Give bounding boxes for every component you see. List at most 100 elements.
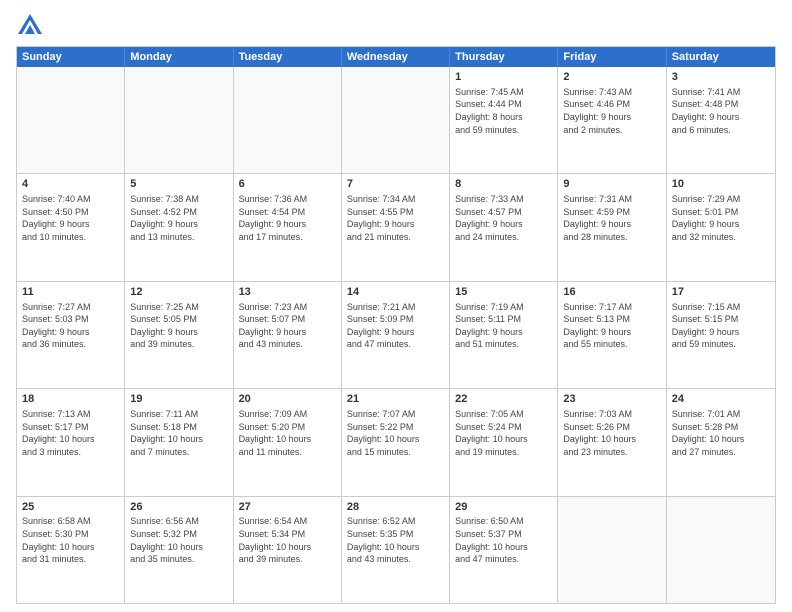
cell-info: Sunrise: 7:21 AM Sunset: 5:09 PM Dayligh… bbox=[347, 301, 444, 351]
header-day-monday: Monday bbox=[125, 47, 233, 67]
calendar-cell bbox=[17, 67, 125, 173]
page: SundayMondayTuesdayWednesdayThursdayFrid… bbox=[0, 0, 792, 612]
cell-info: Sunrise: 7:25 AM Sunset: 5:05 PM Dayligh… bbox=[130, 301, 227, 351]
cell-info: Sunrise: 6:56 AM Sunset: 5:32 PM Dayligh… bbox=[130, 515, 227, 565]
day-number: 26 bbox=[130, 500, 227, 515]
day-number: 1 bbox=[455, 70, 552, 85]
calendar-cell: 13Sunrise: 7:23 AM Sunset: 5:07 PM Dayli… bbox=[234, 282, 342, 388]
calendar-cell: 6Sunrise: 7:36 AM Sunset: 4:54 PM Daylig… bbox=[234, 174, 342, 280]
cell-info: Sunrise: 7:33 AM Sunset: 4:57 PM Dayligh… bbox=[455, 193, 552, 243]
day-number: 17 bbox=[672, 285, 770, 300]
day-number: 2 bbox=[563, 70, 660, 85]
day-number: 15 bbox=[455, 285, 552, 300]
calendar-row-5: 25Sunrise: 6:58 AM Sunset: 5:30 PM Dayli… bbox=[17, 497, 775, 603]
calendar-cell bbox=[558, 497, 666, 603]
calendar-cell: 9Sunrise: 7:31 AM Sunset: 4:59 PM Daylig… bbox=[558, 174, 666, 280]
cell-info: Sunrise: 7:38 AM Sunset: 4:52 PM Dayligh… bbox=[130, 193, 227, 243]
calendar-row-1: 1Sunrise: 7:45 AM Sunset: 4:44 PM Daylig… bbox=[17, 67, 775, 174]
cell-info: Sunrise: 7:03 AM Sunset: 5:26 PM Dayligh… bbox=[563, 408, 660, 458]
calendar-cell: 3Sunrise: 7:41 AM Sunset: 4:48 PM Daylig… bbox=[667, 67, 775, 173]
cell-info: Sunrise: 7:11 AM Sunset: 5:18 PM Dayligh… bbox=[130, 408, 227, 458]
calendar-cell: 19Sunrise: 7:11 AM Sunset: 5:18 PM Dayli… bbox=[125, 389, 233, 495]
calendar-cell: 5Sunrise: 7:38 AM Sunset: 4:52 PM Daylig… bbox=[125, 174, 233, 280]
day-number: 13 bbox=[239, 285, 336, 300]
calendar-cell: 29Sunrise: 6:50 AM Sunset: 5:37 PM Dayli… bbox=[450, 497, 558, 603]
cell-info: Sunrise: 7:13 AM Sunset: 5:17 PM Dayligh… bbox=[22, 408, 119, 458]
day-number: 25 bbox=[22, 500, 119, 515]
cell-info: Sunrise: 7:41 AM Sunset: 4:48 PM Dayligh… bbox=[672, 86, 770, 136]
day-number: 22 bbox=[455, 392, 552, 407]
cell-info: Sunrise: 6:54 AM Sunset: 5:34 PM Dayligh… bbox=[239, 515, 336, 565]
calendar-cell: 27Sunrise: 6:54 AM Sunset: 5:34 PM Dayli… bbox=[234, 497, 342, 603]
day-number: 18 bbox=[22, 392, 119, 407]
calendar-cell bbox=[667, 497, 775, 603]
calendar-cell: 16Sunrise: 7:17 AM Sunset: 5:13 PM Dayli… bbox=[558, 282, 666, 388]
calendar-cell: 12Sunrise: 7:25 AM Sunset: 5:05 PM Dayli… bbox=[125, 282, 233, 388]
day-number: 9 bbox=[563, 177, 660, 192]
day-number: 12 bbox=[130, 285, 227, 300]
calendar-row-3: 11Sunrise: 7:27 AM Sunset: 5:03 PM Dayli… bbox=[17, 282, 775, 389]
day-number: 21 bbox=[347, 392, 444, 407]
day-number: 14 bbox=[347, 285, 444, 300]
calendar-header: SundayMondayTuesdayWednesdayThursdayFrid… bbox=[17, 47, 775, 67]
header-day-sunday: Sunday bbox=[17, 47, 125, 67]
calendar-cell: 4Sunrise: 7:40 AM Sunset: 4:50 PM Daylig… bbox=[17, 174, 125, 280]
calendar-row-2: 4Sunrise: 7:40 AM Sunset: 4:50 PM Daylig… bbox=[17, 174, 775, 281]
day-number: 29 bbox=[455, 500, 552, 515]
cell-info: Sunrise: 7:34 AM Sunset: 4:55 PM Dayligh… bbox=[347, 193, 444, 243]
cell-info: Sunrise: 7:45 AM Sunset: 4:44 PM Dayligh… bbox=[455, 86, 552, 136]
cell-info: Sunrise: 7:23 AM Sunset: 5:07 PM Dayligh… bbox=[239, 301, 336, 351]
logo-icon bbox=[16, 12, 44, 40]
calendar-cell: 20Sunrise: 7:09 AM Sunset: 5:20 PM Dayli… bbox=[234, 389, 342, 495]
day-number: 4 bbox=[22, 177, 119, 192]
calendar-cell: 22Sunrise: 7:05 AM Sunset: 5:24 PM Dayli… bbox=[450, 389, 558, 495]
calendar-cell: 7Sunrise: 7:34 AM Sunset: 4:55 PM Daylig… bbox=[342, 174, 450, 280]
header-day-wednesday: Wednesday bbox=[342, 47, 450, 67]
cell-info: Sunrise: 7:01 AM Sunset: 5:28 PM Dayligh… bbox=[672, 408, 770, 458]
cell-info: Sunrise: 7:15 AM Sunset: 5:15 PM Dayligh… bbox=[672, 301, 770, 351]
day-number: 28 bbox=[347, 500, 444, 515]
day-number: 20 bbox=[239, 392, 336, 407]
day-number: 24 bbox=[672, 392, 770, 407]
calendar-cell: 28Sunrise: 6:52 AM Sunset: 5:35 PM Dayli… bbox=[342, 497, 450, 603]
calendar-cell: 25Sunrise: 6:58 AM Sunset: 5:30 PM Dayli… bbox=[17, 497, 125, 603]
calendar-cell bbox=[125, 67, 233, 173]
cell-info: Sunrise: 7:43 AM Sunset: 4:46 PM Dayligh… bbox=[563, 86, 660, 136]
calendar-cell bbox=[342, 67, 450, 173]
day-number: 7 bbox=[347, 177, 444, 192]
day-number: 5 bbox=[130, 177, 227, 192]
cell-info: Sunrise: 7:05 AM Sunset: 5:24 PM Dayligh… bbox=[455, 408, 552, 458]
calendar-cell: 1Sunrise: 7:45 AM Sunset: 4:44 PM Daylig… bbox=[450, 67, 558, 173]
calendar: SundayMondayTuesdayWednesdayThursdayFrid… bbox=[16, 46, 776, 604]
calendar-cell bbox=[234, 67, 342, 173]
header-day-saturday: Saturday bbox=[667, 47, 775, 67]
cell-info: Sunrise: 7:09 AM Sunset: 5:20 PM Dayligh… bbox=[239, 408, 336, 458]
cell-info: Sunrise: 6:50 AM Sunset: 5:37 PM Dayligh… bbox=[455, 515, 552, 565]
cell-info: Sunrise: 7:07 AM Sunset: 5:22 PM Dayligh… bbox=[347, 408, 444, 458]
day-number: 3 bbox=[672, 70, 770, 85]
day-number: 10 bbox=[672, 177, 770, 192]
cell-info: Sunrise: 7:29 AM Sunset: 5:01 PM Dayligh… bbox=[672, 193, 770, 243]
day-number: 27 bbox=[239, 500, 336, 515]
day-number: 8 bbox=[455, 177, 552, 192]
cell-info: Sunrise: 6:58 AM Sunset: 5:30 PM Dayligh… bbox=[22, 515, 119, 565]
day-number: 11 bbox=[22, 285, 119, 300]
header-day-thursday: Thursday bbox=[450, 47, 558, 67]
header-day-friday: Friday bbox=[558, 47, 666, 67]
calendar-cell: 2Sunrise: 7:43 AM Sunset: 4:46 PM Daylig… bbox=[558, 67, 666, 173]
header bbox=[16, 12, 776, 40]
calendar-cell: 17Sunrise: 7:15 AM Sunset: 5:15 PM Dayli… bbox=[667, 282, 775, 388]
cell-info: Sunrise: 7:27 AM Sunset: 5:03 PM Dayligh… bbox=[22, 301, 119, 351]
calendar-cell: 21Sunrise: 7:07 AM Sunset: 5:22 PM Dayli… bbox=[342, 389, 450, 495]
cell-info: Sunrise: 7:31 AM Sunset: 4:59 PM Dayligh… bbox=[563, 193, 660, 243]
calendar-cell: 24Sunrise: 7:01 AM Sunset: 5:28 PM Dayli… bbox=[667, 389, 775, 495]
calendar-cell: 18Sunrise: 7:13 AM Sunset: 5:17 PM Dayli… bbox=[17, 389, 125, 495]
calendar-cell: 15Sunrise: 7:19 AM Sunset: 5:11 PM Dayli… bbox=[450, 282, 558, 388]
cell-info: Sunrise: 7:17 AM Sunset: 5:13 PM Dayligh… bbox=[563, 301, 660, 351]
calendar-cell: 14Sunrise: 7:21 AM Sunset: 5:09 PM Dayli… bbox=[342, 282, 450, 388]
cell-info: Sunrise: 7:40 AM Sunset: 4:50 PM Dayligh… bbox=[22, 193, 119, 243]
calendar-row-4: 18Sunrise: 7:13 AM Sunset: 5:17 PM Dayli… bbox=[17, 389, 775, 496]
day-number: 6 bbox=[239, 177, 336, 192]
logo bbox=[16, 12, 48, 40]
calendar-cell: 26Sunrise: 6:56 AM Sunset: 5:32 PM Dayli… bbox=[125, 497, 233, 603]
